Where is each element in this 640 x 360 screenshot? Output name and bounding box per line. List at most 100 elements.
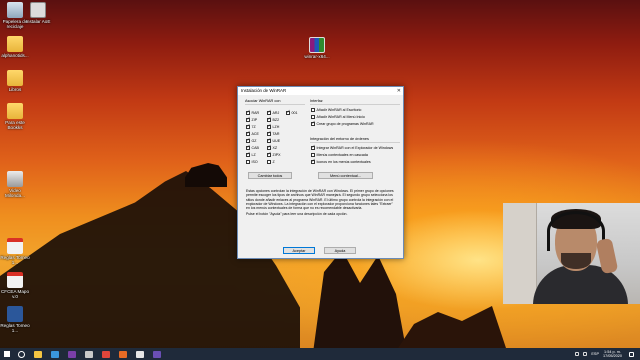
checkbox-box[interactable]: [246, 124, 251, 129]
checkbox-box[interactable]: [311, 115, 315, 119]
webcam-overlay: [503, 203, 640, 304]
edge-icon[interactable]: [51, 350, 59, 358]
search-icon[interactable]: [18, 350, 25, 358]
desktop-icon-video[interactable]: Video Milonda...: [0, 171, 30, 199]
desktop-icon-label: alphanotids...: [1, 53, 29, 58]
checkbox-lzh[interactable]: LZH: [267, 124, 279, 129]
checkbox-box[interactable]: [246, 110, 251, 115]
recycle-bin-icon: [7, 2, 23, 18]
checkbox-ace[interactable]: ACE: [246, 131, 259, 136]
interface-group-title: Interfaz: [310, 99, 323, 103]
context-menu-button[interactable]: Menú contextual...: [318, 172, 373, 179]
group-divider: [245, 104, 305, 105]
clock-date: 17/05/2020: [602, 354, 622, 358]
firefox-icon[interactable]: [119, 350, 127, 358]
checkbox-box[interactable]: [246, 117, 251, 122]
desktop-icon-label: CFCEA Mapo v.0: [0, 289, 30, 300]
checkbox-lz[interactable]: LZ: [246, 152, 256, 157]
winrar-setup-dialog: Instalación de WinRAR ✕ Asociar WinRAR c…: [237, 86, 404, 259]
checkbox-box[interactable]: [267, 117, 272, 122]
checkbox-box[interactable]: [267, 131, 272, 136]
checkbox-box[interactable]: [286, 110, 291, 115]
checkbox-box[interactable]: [267, 145, 272, 150]
help-button[interactable]: Ayuda: [324, 247, 356, 254]
checkbox-rar[interactable]: RAR: [246, 110, 259, 115]
program-icon: [30, 2, 46, 18]
checkbox-gz[interactable]: GZ: [246, 138, 257, 143]
video-icon: [7, 171, 23, 187]
ok-button[interactable]: Aceptar: [283, 247, 315, 254]
winrar-icon[interactable]: [153, 350, 161, 358]
desktop-icon-winrar-installer[interactable]: winrar-x64...: [302, 37, 332, 59]
onenote-icon[interactable]: [68, 350, 76, 358]
checkbox-box[interactable]: [246, 138, 251, 143]
desktop-icon-libros[interactable]: Libros: [0, 70, 30, 92]
desktop-icon-pdf[interactable]: Reglas Tomeo 1...: [0, 238, 30, 266]
group-divider: [310, 104, 400, 105]
word-icon: [7, 306, 23, 322]
desktop-icon-folder[interactable]: Para este Bookks: [0, 103, 30, 131]
chrome-icon[interactable]: [102, 350, 110, 358]
desktop-icon-label: winrar-x64...: [304, 54, 330, 59]
checkbox-box[interactable]: [311, 153, 315, 157]
toggle-all-button[interactable]: Cambiar todos: [248, 172, 292, 179]
checkbox-box[interactable]: [311, 145, 316, 150]
checkbox-zip[interactable]: ZIP: [246, 117, 257, 122]
checkbox-cascaded-menus[interactable]: Menús contextuales en cascada: [311, 153, 368, 157]
checkbox-box[interactable]: [246, 152, 251, 157]
network-icon[interactable]: [575, 352, 580, 356]
checkbox-z[interactable]: Z: [267, 160, 275, 164]
desktop-icon-label: Video Milonda...: [5, 188, 25, 199]
checkbox-box[interactable]: [246, 145, 251, 150]
store-icon[interactable]: [85, 350, 93, 358]
checkbox-uue[interactable]: UUE: [267, 138, 280, 143]
checkbox-cab[interactable]: CAB: [246, 145, 259, 150]
system-tray: ESP 1:54 p. m. 17/05/2020: [575, 350, 640, 359]
start-button[interactable]: [2, 348, 12, 360]
dialog-title: Instalación de WinRAR: [241, 88, 287, 93]
checkbox-box[interactable]: [267, 138, 272, 143]
clock[interactable]: 1:54 p. m. 17/05/2020: [603, 350, 622, 359]
checkbox-integrate-explorer[interactable]: Integrar WinRAR con el Explorador de Win…: [311, 145, 393, 150]
desktop-icon-label: Reglas Tomeo 1...: [0, 323, 30, 334]
notifications-icon[interactable]: [629, 351, 634, 357]
checkbox-box[interactable]: [246, 131, 251, 136]
close-icon[interactable]: ✕: [397, 87, 401, 95]
webcam-background-door: [503, 203, 537, 304]
dialog-titlebar[interactable]: Instalación de WinRAR ✕: [238, 87, 403, 95]
folder-icon: [7, 36, 23, 52]
file-explorer-icon[interactable]: [34, 350, 42, 358]
checkbox-bz2[interactable]: BZ2: [267, 117, 279, 122]
desktop-icon-label: Instalar AoE: [25, 19, 51, 24]
checkbox-box[interactable]: [267, 152, 272, 157]
checkbox-xz[interactable]: XZ: [267, 145, 277, 150]
desktop-icon-word-doc[interactable]: Reglas Tomeo 1...: [0, 306, 30, 334]
description-help-hint: Pulse el botón "Ayuda" para leer una des…: [246, 211, 348, 216]
desktop-icon-instalar-aoe[interactable]: Instalar AoE: [23, 2, 53, 24]
checkbox-arj[interactable]: ARJ: [267, 110, 279, 115]
checkbox-tar[interactable]: TAR: [267, 131, 279, 136]
checkbox-add-start-menu[interactable]: Añadir WinRAR al Menú Inicio: [311, 115, 365, 119]
pdf-icon: [7, 272, 23, 288]
checkbox-box[interactable]: [311, 108, 315, 112]
checkbox-iso[interactable]: ISO: [246, 160, 258, 164]
checkbox-add-desktop[interactable]: Añadir WinRAR al Escritorio: [311, 108, 361, 112]
checkbox-001[interactable]: 001: [286, 110, 298, 115]
checkbox-box[interactable]: [267, 124, 272, 129]
desktop-icon-pdf[interactable]: CFCEA Mapo v.0: [0, 272, 30, 300]
desktop-icon-folder[interactable]: alphanotids...: [0, 36, 30, 58]
checkbox-box[interactable]: [267, 160, 271, 164]
checkbox-create-program-group[interactable]: Crear grupo de programas WinRAR: [311, 121, 374, 126]
checkbox-box[interactable]: [311, 159, 316, 164]
checkbox-zipx[interactable]: ZIPX: [267, 152, 281, 157]
language-indicator[interactable]: ESP: [591, 352, 599, 356]
volume-icon[interactable]: [583, 352, 588, 356]
checkbox-7z[interactable]: 7Z: [246, 124, 256, 129]
checkbox-box[interactable]: [267, 110, 272, 115]
checkbox-context-icons[interactable]: Iconos en los menús contextuales: [311, 159, 371, 164]
checkbox-box[interactable]: [311, 121, 316, 126]
checkbox-box[interactable]: [246, 160, 250, 164]
obs-icon[interactable]: [136, 350, 144, 358]
group-divider: [310, 142, 400, 143]
assoc-group-title: Asociar WinRAR con: [245, 99, 281, 103]
